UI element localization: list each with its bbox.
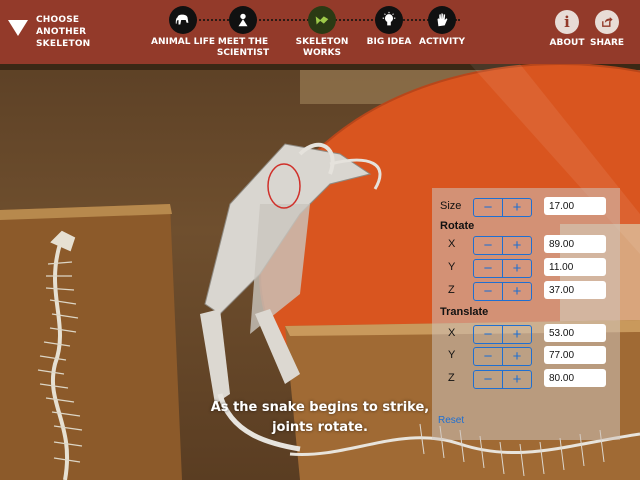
rotate-y-row: Y − + <box>432 256 620 278</box>
size-stepper[interactable]: − + <box>473 198 532 217</box>
share-button[interactable]: SHARE <box>584 10 630 48</box>
nav-skeleton-works[interactable]: SKELETON WORKS <box>285 6 359 59</box>
translate-x-plus-button[interactable]: + <box>502 326 531 343</box>
translate-x-row: X − + <box>432 322 620 344</box>
size-minus-button[interactable]: − <box>474 199 502 216</box>
choose-skeleton-label: CHOOSE ANOTHER SKELETON <box>36 15 91 49</box>
rotate-y-input[interactable] <box>544 258 606 276</box>
transform-panel: Size − + Rotate X − + Y − + Z − + Transl… <box>432 188 620 440</box>
rotate-y-label: Y <box>448 261 456 273</box>
rotate-x-stepper[interactable]: − + <box>473 236 532 255</box>
translate-y-row: Y − + <box>432 344 620 366</box>
lightbulb-person-icon <box>229 6 257 34</box>
translate-z-input[interactable] <box>544 369 606 387</box>
skeleton-works-icon <box>308 6 336 34</box>
rotate-z-row: Z − + <box>432 279 620 301</box>
reset-link[interactable]: Reset <box>438 415 464 426</box>
translate-y-input[interactable] <box>544 346 606 364</box>
size-plus-button[interactable]: + <box>502 199 531 216</box>
rotate-x-minus-button[interactable]: − <box>474 237 502 254</box>
rotate-y-plus-button[interactable]: + <box>502 260 531 277</box>
nav-skeleton-works-label: SKELETON WORKS <box>295 37 349 58</box>
rotate-x-label: X <box>448 238 456 250</box>
translate-x-stepper[interactable]: − + <box>473 325 532 344</box>
rotate-z-minus-button[interactable]: − <box>474 283 502 300</box>
translate-y-stepper[interactable]: − + <box>473 347 532 366</box>
rotate-x-plus-button[interactable]: + <box>502 237 531 254</box>
rotate-heading: Rotate <box>440 220 475 232</box>
translate-x-minus-button[interactable]: − <box>474 326 502 343</box>
nav-meet-scientist[interactable]: MEET THE SCIENTIST <box>206 6 280 59</box>
rotate-y-minus-button[interactable]: − <box>474 260 502 277</box>
rotate-z-label: Z <box>448 284 455 296</box>
nav-activity[interactable]: ACTIVITY <box>405 6 479 48</box>
translate-x-label: X <box>448 327 456 339</box>
translate-z-row: Z − + <box>432 367 620 389</box>
translate-y-plus-button[interactable]: + <box>502 348 531 365</box>
share-label: SHARE <box>589 38 625 48</box>
info-glyph: i <box>564 13 570 31</box>
rotate-y-stepper[interactable]: − + <box>473 259 532 278</box>
top-bar: CHOOSE ANOTHER SKELETON ANIMAL LIFE MEET… <box>0 0 640 64</box>
translate-y-minus-button[interactable]: − <box>474 348 502 365</box>
hand-icon <box>428 6 456 34</box>
choose-skeleton-button[interactable]: CHOOSE ANOTHER SKELETON <box>8 12 108 52</box>
translate-z-plus-button[interactable]: + <box>502 371 531 388</box>
size-label: Size <box>440 200 462 212</box>
rotate-x-input[interactable] <box>544 235 606 253</box>
translate-z-stepper[interactable]: − + <box>473 370 532 389</box>
translate-x-input[interactable] <box>544 324 606 342</box>
rotate-z-stepper[interactable]: − + <box>473 282 532 301</box>
nav-activity-label: ACTIVITY <box>418 37 466 47</box>
caption-text: As the snake begins to strike, joints ro… <box>210 400 430 435</box>
rotate-z-input[interactable] <box>544 281 606 299</box>
translate-z-minus-button[interactable]: − <box>474 371 502 388</box>
info-icon: i <box>555 10 579 34</box>
triangle-down-icon <box>8 20 28 36</box>
size-row: Size − + <box>432 195 620 217</box>
rotate-x-row: X − + <box>432 233 620 255</box>
translate-y-label: Y <box>448 349 456 361</box>
nav-meet-scientist-label: MEET THE SCIENTIST <box>216 37 270 58</box>
translate-heading: Translate <box>440 306 489 318</box>
translate-z-label: Z <box>448 372 455 384</box>
share-icon <box>595 10 619 34</box>
lightbulb-icon <box>375 6 403 34</box>
rotate-z-plus-button[interactable]: + <box>502 283 531 300</box>
elephant-icon <box>169 6 197 34</box>
size-input[interactable] <box>544 197 606 215</box>
